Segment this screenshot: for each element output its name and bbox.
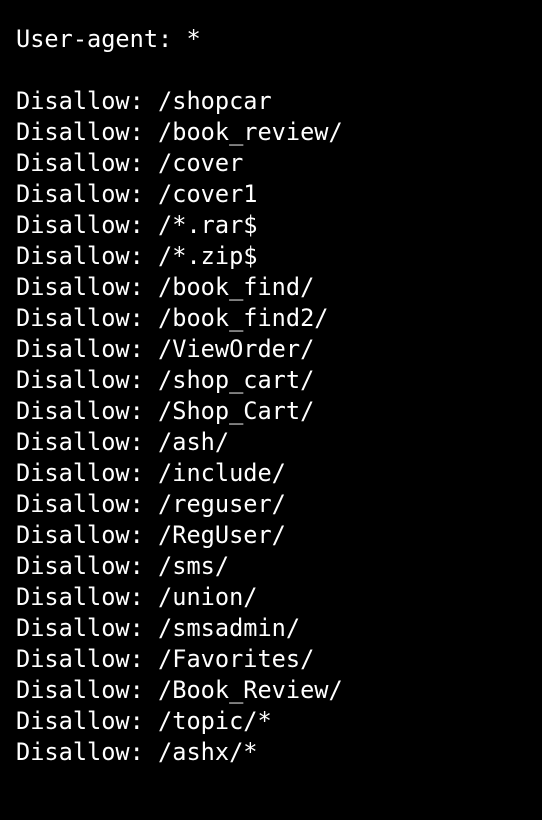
disallow-line: Disallow: /shopcar bbox=[16, 87, 272, 115]
disallow-line: Disallow: /*.zip$ bbox=[16, 242, 258, 270]
disallow-list: Disallow: /shopcar Disallow: /book_revie… bbox=[16, 86, 542, 768]
disallow-line: Disallow: /cover bbox=[16, 149, 244, 177]
disallow-line: Disallow: /RegUser/ bbox=[16, 521, 286, 549]
disallow-line: Disallow: /book_find/ bbox=[16, 273, 315, 301]
disallow-line: Disallow: /Shop_Cart/ bbox=[16, 397, 315, 425]
disallow-line: Disallow: /ashx/* bbox=[16, 738, 258, 766]
disallow-line: Disallow: /topic/* bbox=[16, 707, 272, 735]
disallow-line: Disallow: /cover1 bbox=[16, 180, 258, 208]
disallow-line: Disallow: /*.rar$ bbox=[16, 211, 258, 239]
disallow-line: Disallow: /reguser/ bbox=[16, 490, 286, 518]
disallow-line: Disallow: /union/ bbox=[16, 583, 258, 611]
robots-txt-view: User-agent: * Disallow: /shopcar Disallo… bbox=[16, 24, 542, 768]
disallow-line: Disallow: /Favorites/ bbox=[16, 645, 315, 673]
user-agent-line: User-agent: * bbox=[16, 25, 201, 53]
disallow-line: Disallow: /ViewOrder/ bbox=[16, 335, 315, 363]
disallow-line: Disallow: /shop_cart/ bbox=[16, 366, 315, 394]
disallow-line: Disallow: /sms/ bbox=[16, 552, 230, 580]
disallow-line: Disallow: /book_review/ bbox=[16, 118, 343, 146]
disallow-line: Disallow: /Book_Review/ bbox=[16, 676, 343, 704]
disallow-line: Disallow: /book_find2/ bbox=[16, 304, 329, 332]
disallow-line: Disallow: /include/ bbox=[16, 459, 286, 487]
disallow-line: Disallow: /ash/ bbox=[16, 428, 230, 456]
disallow-line: Disallow: /smsadmin/ bbox=[16, 614, 301, 642]
